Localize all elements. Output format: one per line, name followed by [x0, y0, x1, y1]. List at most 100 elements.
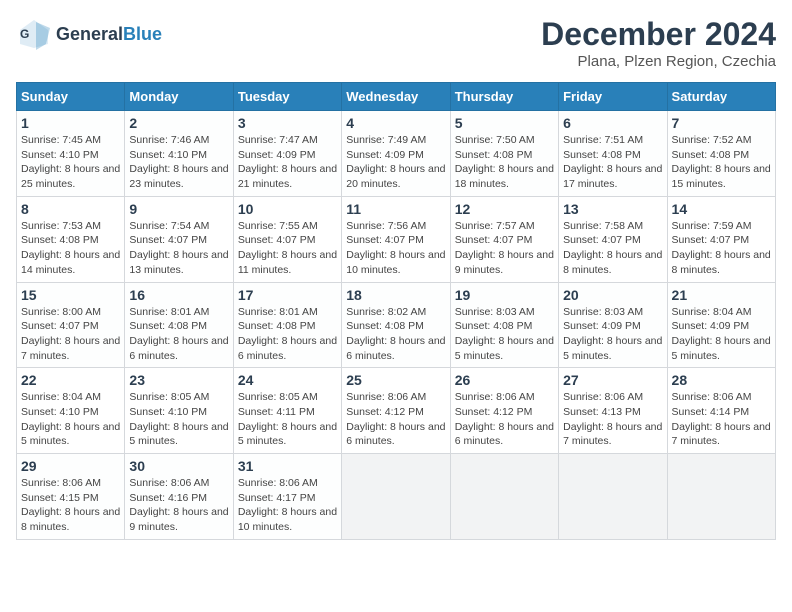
day-info: Sunrise: 7:50 AMSunset: 4:08 PMDaylight:…: [455, 133, 554, 192]
calendar-cell: 22 Sunrise: 8:04 AMSunset: 4:10 PMDayligh…: [17, 368, 125, 454]
logo-general: General: [56, 24, 123, 44]
day-number: 27: [563, 372, 662, 388]
page-subtitle: Plana, Plzen Region, Czechia: [541, 53, 776, 70]
day-info: Sunrise: 8:05 AMSunset: 4:11 PMDaylight:…: [238, 390, 337, 449]
day-number: 5: [455, 115, 554, 131]
day-info: Sunrise: 8:04 AMSunset: 4:10 PMDaylight:…: [21, 390, 120, 449]
day-info: Sunrise: 7:47 AMSunset: 4:09 PMDaylight:…: [238, 133, 337, 192]
calendar-cell: [559, 454, 667, 540]
col-header-thursday: Thursday: [450, 83, 558, 111]
page-title: December 2024: [541, 16, 776, 53]
day-info: Sunrise: 7:45 AMSunset: 4:10 PMDaylight:…: [21, 133, 120, 192]
calendar-table: SundayMondayTuesdayWednesdayThursdayFrid…: [16, 82, 776, 540]
day-info: Sunrise: 8:03 AMSunset: 4:08 PMDaylight:…: [455, 305, 554, 364]
calendar-cell: 14Sunrise: 7:59 AMSunset: 4:07 PMDayligh…: [667, 196, 775, 282]
day-info: Sunrise: 8:06 AMSunset: 4:14 PMDaylight:…: [672, 390, 771, 449]
col-header-saturday: Saturday: [667, 83, 775, 111]
day-number: 10: [238, 201, 337, 217]
day-number: 19: [455, 287, 554, 303]
day-number: 28: [672, 372, 771, 388]
day-info: Sunrise: 8:06 AMSunset: 4:17 PMDaylight:…: [238, 476, 337, 535]
day-number: 7: [672, 115, 771, 131]
day-number: 14: [672, 201, 771, 217]
day-number: 9: [129, 201, 228, 217]
day-info: Sunrise: 7:57 AMSunset: 4:07 PMDaylight:…: [455, 219, 554, 278]
day-number: 1: [21, 115, 120, 131]
page-header: G GeneralBlue December 2024 Plana, Plzen…: [16, 16, 776, 70]
day-number: 21: [672, 287, 771, 303]
day-info: Sunrise: 7:55 AMSunset: 4:07 PMDaylight:…: [238, 219, 337, 278]
day-info: Sunrise: 7:49 AMSunset: 4:09 PMDaylight:…: [346, 133, 445, 192]
calendar-cell: 26 Sunrise: 8:06 AMSunset: 4:12 PMDayligh…: [450, 368, 558, 454]
day-number: 26: [455, 372, 554, 388]
calendar-cell: 4 Sunrise: 7:49 AMSunset: 4:09 PMDaylight…: [342, 111, 450, 197]
calendar-cell: 24 Sunrise: 8:05 AMSunset: 4:11 PMDayligh…: [233, 368, 341, 454]
col-header-sunday: Sunday: [17, 83, 125, 111]
col-header-wednesday: Wednesday: [342, 83, 450, 111]
day-info: Sunrise: 8:01 AMSunset: 4:08 PMDaylight:…: [238, 305, 337, 364]
day-info: Sunrise: 8:01 AMSunset: 4:08 PMDaylight:…: [129, 305, 228, 364]
day-number: 15: [21, 287, 120, 303]
day-info: Sunrise: 7:58 AMSunset: 4:07 PMDaylight:…: [563, 219, 662, 278]
day-info: Sunrise: 7:54 AMSunset: 4:07 PMDaylight:…: [129, 219, 228, 278]
calendar-cell: 8 Sunrise: 7:53 AMSunset: 4:08 PMDaylight…: [17, 196, 125, 282]
col-header-monday: Monday: [125, 83, 233, 111]
calendar-cell: 11 Sunrise: 7:56 AMSunset: 4:07 PMDayligh…: [342, 196, 450, 282]
calendar-cell: 28 Sunrise: 8:06 AMSunset: 4:14 PMDayligh…: [667, 368, 775, 454]
calendar-cell: 27 Sunrise: 8:06 AMSunset: 4:13 PMDayligh…: [559, 368, 667, 454]
day-number: 13: [563, 201, 662, 217]
calendar-cell: 31 Sunrise: 8:06 AMSunset: 4:17 PMDayligh…: [233, 454, 341, 540]
calendar-cell: 21 Sunrise: 8:04 AMSunset: 4:09 PMDayligh…: [667, 282, 775, 368]
day-number: 22: [21, 372, 120, 388]
calendar-cell: 30Sunrise: 8:06 AMSunset: 4:16 PMDayligh…: [125, 454, 233, 540]
col-header-friday: Friday: [559, 83, 667, 111]
logo-blue: Blue: [123, 24, 162, 44]
day-number: 23: [129, 372, 228, 388]
calendar-cell: 7Sunrise: 7:52 AMSunset: 4:08 PMDaylight…: [667, 111, 775, 197]
calendar-cell: 15Sunrise: 8:00 AMSunset: 4:07 PMDayligh…: [17, 282, 125, 368]
day-info: Sunrise: 8:04 AMSunset: 4:09 PMDaylight:…: [672, 305, 771, 364]
day-number: 31: [238, 458, 337, 474]
calendar-cell: 12Sunrise: 7:57 AMSunset: 4:07 PMDayligh…: [450, 196, 558, 282]
day-info: Sunrise: 8:06 AMSunset: 4:12 PMDaylight:…: [455, 390, 554, 449]
calendar-cell: 19 Sunrise: 8:03 AMSunset: 4:08 PMDayligh…: [450, 282, 558, 368]
day-info: Sunrise: 7:56 AMSunset: 4:07 PMDaylight:…: [346, 219, 445, 278]
calendar-cell: [450, 454, 558, 540]
calendar-cell: 1 Sunrise: 7:45 AMSunset: 4:10 PMDaylight…: [17, 111, 125, 197]
day-number: 11: [346, 201, 445, 217]
calendar-cell: 6 Sunrise: 7:51 AMSunset: 4:08 PMDaylight…: [559, 111, 667, 197]
calendar-cell: [667, 454, 775, 540]
title-block: December 2024 Plana, Plzen Region, Czech…: [541, 16, 776, 70]
logo: G GeneralBlue: [16, 16, 162, 52]
calendar-cell: 23 Sunrise: 8:05 AMSunset: 4:10 PMDayligh…: [125, 368, 233, 454]
calendar-cell: 20 Sunrise: 8:03 AMSunset: 4:09 PMDayligh…: [559, 282, 667, 368]
day-number: 4: [346, 115, 445, 131]
calendar-cell: 18 Sunrise: 8:02 AMSunset: 4:08 PMDayligh…: [342, 282, 450, 368]
day-info: Sunrise: 8:05 AMSunset: 4:10 PMDaylight:…: [129, 390, 228, 449]
day-number: 8: [21, 201, 120, 217]
day-info: Sunrise: 8:06 AMSunset: 4:13 PMDaylight:…: [563, 390, 662, 449]
day-number: 6: [563, 115, 662, 131]
day-info: Sunrise: 8:03 AMSunset: 4:09 PMDaylight:…: [563, 305, 662, 364]
day-number: 24: [238, 372, 337, 388]
day-number: 16: [129, 287, 228, 303]
day-info: Sunrise: 7:53 AMSunset: 4:08 PMDaylight:…: [21, 219, 120, 278]
day-number: 18: [346, 287, 445, 303]
day-number: 29: [21, 458, 120, 474]
day-info: Sunrise: 8:06 AMSunset: 4:12 PMDaylight:…: [346, 390, 445, 449]
day-number: 30: [129, 458, 228, 474]
day-number: 17: [238, 287, 337, 303]
day-info: Sunrise: 8:06 AMSunset: 4:15 PMDaylight:…: [21, 476, 120, 535]
calendar-cell: 29 Sunrise: 8:06 AMSunset: 4:15 PMDayligh…: [17, 454, 125, 540]
calendar-cell: 16 Sunrise: 8:01 AMSunset: 4:08 PMDayligh…: [125, 282, 233, 368]
calendar-cell: 25Sunrise: 8:06 AMSunset: 4:12 PMDayligh…: [342, 368, 450, 454]
day-info: Sunrise: 7:46 AMSunset: 4:10 PMDaylight:…: [129, 133, 228, 192]
calendar-cell: 9 Sunrise: 7:54 AMSunset: 4:07 PMDaylight…: [125, 196, 233, 282]
day-info: Sunrise: 8:02 AMSunset: 4:08 PMDaylight:…: [346, 305, 445, 364]
day-number: 3: [238, 115, 337, 131]
calendar-cell: 5 Sunrise: 7:50 AMSunset: 4:08 PMDaylight…: [450, 111, 558, 197]
calendar-cell: 2Sunrise: 7:46 AMSunset: 4:10 PMDaylight…: [125, 111, 233, 197]
day-number: 20: [563, 287, 662, 303]
calendar-cell: [342, 454, 450, 540]
day-info: Sunrise: 7:51 AMSunset: 4:08 PMDaylight:…: [563, 133, 662, 192]
